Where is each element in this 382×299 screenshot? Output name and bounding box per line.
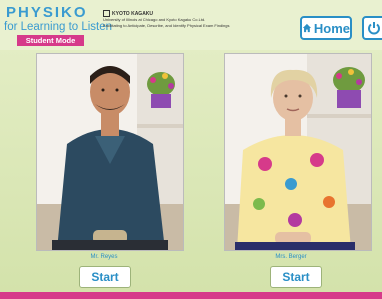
- start-button-reyes[interactable]: Start: [79, 266, 131, 288]
- brand-title: PHYSIKO: [6, 4, 88, 21]
- kyoto-kagaku-logo-icon: [103, 10, 110, 17]
- bottom-accent-bar: [0, 292, 382, 299]
- mode-badge: Student Mode: [17, 35, 84, 46]
- brand-subtitle: for Learning to Listen: [4, 21, 113, 33]
- home-label: Home: [313, 20, 350, 36]
- house-icon: [302, 23, 312, 33]
- patient-image-reyes: [37, 54, 183, 250]
- app-screen: PHYSIKO for Learning to Listen Student M…: [0, 0, 382, 299]
- vendor-line-1: University of Illinois at Chicago and Ky…: [103, 17, 206, 22]
- home-button[interactable]: Home: [300, 16, 352, 40]
- vendor-logo: KYOTO KAGAKU: [103, 10, 153, 17]
- vendor-name: KYOTO KAGAKU: [112, 10, 154, 17]
- power-button[interactable]: [362, 16, 382, 40]
- power-icon: [368, 22, 380, 35]
- header: PHYSIKO for Learning to Listen Student M…: [0, 0, 382, 50]
- patient-card-berger[interactable]: [224, 53, 372, 251]
- vendor-line-2: Facilitating to Anticipate, Describe, an…: [103, 23, 230, 28]
- start-button-berger[interactable]: Start: [270, 266, 322, 288]
- patient-image-berger: [225, 54, 371, 250]
- patient-name-reyes: Mr. Reyes: [90, 254, 118, 260]
- patient-name-berger: Mrs. Berger: [275, 254, 307, 260]
- patient-card-reyes[interactable]: [36, 53, 184, 251]
